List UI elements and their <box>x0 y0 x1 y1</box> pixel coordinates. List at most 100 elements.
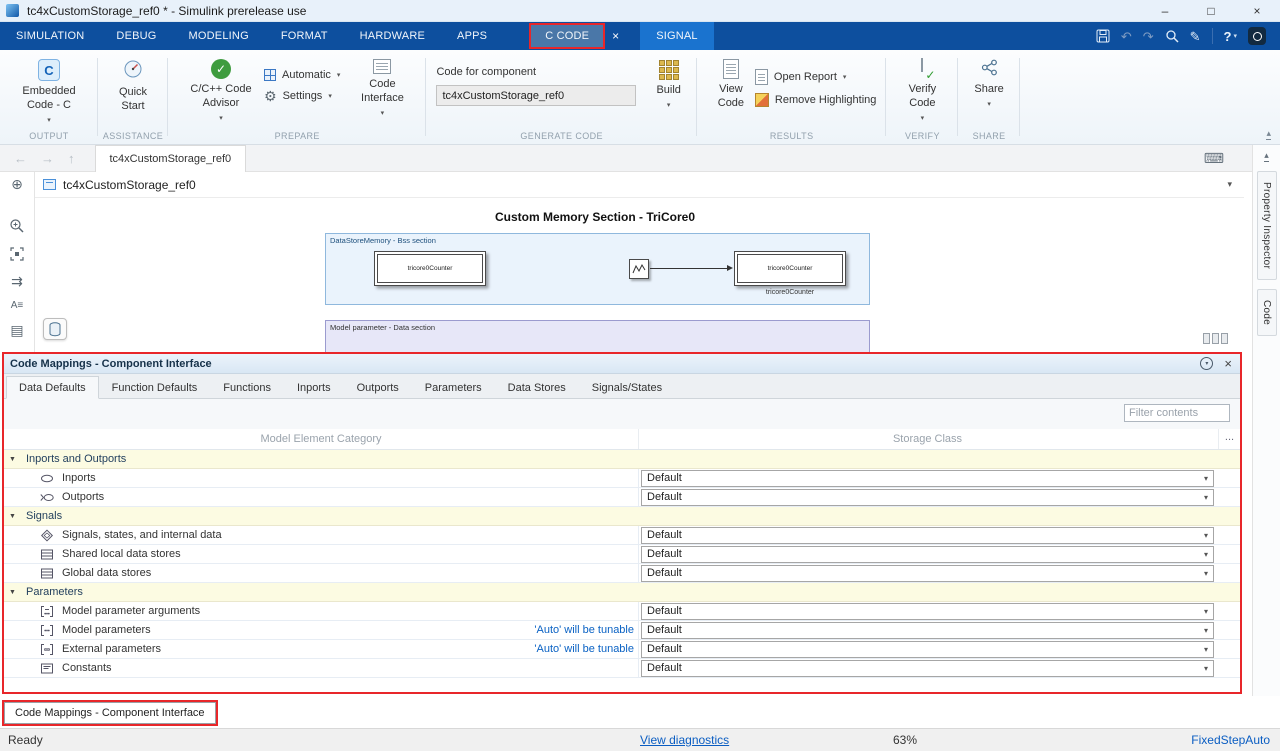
column-model-element-category[interactable]: Model Element Category <box>4 429 638 450</box>
code-mappings-bottom-tab[interactable]: Code Mappings - Component Interface <box>4 702 216 724</box>
annotate-icon[interactable]: ✎ <box>1190 30 1201 43</box>
tab-parameters[interactable]: Parameters <box>412 376 495 399</box>
table-row-outports[interactable]: Outports Default ▾ <box>4 488 1240 507</box>
tab-functions[interactable]: Functions <box>210 376 284 399</box>
build-button[interactable]: Build ▾ <box>650 57 686 111</box>
model-canvas[interactable]: Custom Memory Section - TriCore0 DataSto… <box>35 198 1244 352</box>
annotation-icon[interactable]: A≡ <box>11 301 24 311</box>
storage-class-select[interactable]: Default ▾ <box>641 641 1214 658</box>
collapse-toolstrip-icon[interactable]: ▴ <box>1266 129 1271 140</box>
storage-class-select[interactable]: Default ▾ <box>641 489 1214 506</box>
explorer-badge-icon[interactable]: ⊕ <box>11 177 23 191</box>
document-tab[interactable]: tc4xCustomStorage_ref0 <box>95 145 247 172</box>
signal-source-block[interactable] <box>629 259 649 279</box>
tab-signal[interactable]: SIGNAL <box>640 22 714 50</box>
help-button[interactable]: ? ▾ <box>1224 29 1237 44</box>
tab-signals-states[interactable]: Signals/States <box>579 376 675 399</box>
category-row-parameters[interactable]: ▼ Parameters <box>4 583 1240 602</box>
collapse-triangle-icon[interactable]: ▼ <box>9 583 16 602</box>
split-view-controls[interactable] <box>1203 333 1228 344</box>
tab-simulation[interactable]: SIMULATION <box>0 22 100 50</box>
verify-code-button[interactable]: ✓ Verify Code ▾ <box>896 57 948 124</box>
dock-collapse-icon[interactable]: ▴ <box>1264 151 1269 162</box>
minimize-button[interactable]: – <box>1142 0 1188 21</box>
tab-modeling[interactable]: MODELING <box>173 22 265 50</box>
tab-apps[interactable]: APPS <box>441 22 503 50</box>
automatic-button[interactable]: Automatic ▾ <box>264 69 340 81</box>
tab-outports[interactable]: Outports <box>344 376 412 399</box>
maximize-button[interactable]: □ <box>1188 0 1234 21</box>
undo-icon[interactable]: ↶ <box>1121 30 1132 43</box>
close-panel-icon[interactable]: × <box>1224 357 1232 370</box>
storage-class-select[interactable]: Default ▾ <box>641 470 1214 487</box>
code-advisor-button[interactable]: ✓ C/C++ Code Advisor ▾ <box>178 57 264 124</box>
tab-function-defaults[interactable]: Function Defaults <box>99 376 211 399</box>
table-row-signals-states[interactable]: Signals, states, and internal data Defau… <box>4 526 1240 545</box>
close-button[interactable]: × <box>1234 0 1280 21</box>
storage-class-select[interactable]: Default ▾ <box>641 565 1214 582</box>
minimize-panel-icon[interactable]: ▾ <box>1200 357 1213 370</box>
redo-icon[interactable]: ↷ <box>1143 30 1154 43</box>
quick-start-button[interactable]: Quick Start <box>108 57 158 116</box>
category-row-signals[interactable]: ▼ Signals <box>4 507 1240 526</box>
tab-hardware[interactable]: HARDWARE <box>344 22 441 50</box>
column-options-button[interactable]: ... <box>1218 429 1240 449</box>
table-row-model-parameter-arguments[interactable]: Model parameter arguments Default ▾ <box>4 602 1240 621</box>
record-icon[interactable] <box>1248 27 1266 45</box>
table-row-inports[interactable]: Inports Default ▾ <box>4 469 1240 488</box>
data-section-area[interactable]: Model parameter - Data section <box>325 320 870 352</box>
storage-class-select[interactable]: Default ▾ <box>641 527 1214 544</box>
embedded-code-button[interactable]: C Embedded Code - C ▾ <box>10 57 88 126</box>
filter-contents-input[interactable] <box>1124 404 1230 422</box>
data-store-memory-block[interactable]: tricore0Counter <box>374 251 486 286</box>
remove-highlighting-button[interactable]: Remove Highlighting <box>755 93 877 107</box>
tab-c-code[interactable]: C CODE <box>529 23 605 49</box>
view-code-button[interactable]: View Code <box>707 57 755 113</box>
up-to-parent-icon[interactable]: ↑ <box>68 151 75 166</box>
collapse-triangle-icon[interactable]: ▼ <box>9 507 16 526</box>
column-storage-class[interactable]: Storage Class <box>638 429 1216 449</box>
search-icon[interactable] <box>1165 29 1179 43</box>
open-report-button[interactable]: Open Report ▾ <box>755 69 877 85</box>
tab-inports[interactable]: Inports <box>284 376 344 399</box>
code-interface-button[interactable]: Code Interface ▾ <box>348 57 416 119</box>
table-row-external-parameters[interactable]: External parameters 'Auto' will be tunab… <box>4 640 1240 659</box>
tab-data-defaults[interactable]: Data Defaults <box>6 376 99 399</box>
storage-class-select[interactable]: Default ▾ <box>641 603 1214 620</box>
storage-class-select[interactable]: Default ▾ <box>641 546 1214 563</box>
table-row-shared-local-data-stores[interactable]: Shared local data stores Default ▾ <box>4 545 1240 564</box>
tab-format[interactable]: FORMAT <box>265 22 344 50</box>
viewmarks-icon[interactable]: ▤ <box>10 323 23 337</box>
breadcrumb-dropdown-icon[interactable]: ▾ <box>1227 179 1232 190</box>
storage-class-select[interactable]: Default ▾ <box>641 622 1214 639</box>
tab-code[interactable]: Code <box>1257 289 1277 336</box>
back-icon[interactable]: ← <box>14 151 27 166</box>
storage-class-select[interactable]: Default ▾ <box>641 660 1214 677</box>
collapse-triangle-icon[interactable]: ▼ <box>9 450 16 469</box>
storage-class-value: Default <box>647 491 682 503</box>
tab-data-stores[interactable]: Data Stores <box>495 376 579 399</box>
tab-property-inspector[interactable]: Property Inspector <box>1257 171 1277 280</box>
signal-wire[interactable] <box>650 268 728 269</box>
solver-link[interactable]: FixedStepAuto <box>1191 729 1270 751</box>
close-contextual-tab-icon[interactable]: × <box>605 29 626 43</box>
bss-section-area[interactable]: DataStoreMemory - Bss section tricore0Co… <box>325 233 870 305</box>
data-store-write-block[interactable]: tricore0Counter <box>734 251 846 286</box>
forward-icon[interactable]: → <box>41 151 54 166</box>
tab-debug[interactable]: DEBUG <box>100 22 172 50</box>
fit-to-view-icon[interactable] <box>10 247 24 261</box>
table-row-global-data-stores[interactable]: Global data stores Default ▾ <box>4 564 1240 583</box>
database-badge-button[interactable] <box>43 318 67 340</box>
category-row-inports-outports[interactable]: ▼ Inports and Outports <box>4 450 1240 469</box>
table-row-constants[interactable]: Constants Default ▾ <box>4 659 1240 678</box>
zoom-icon[interactable] <box>9 218 25 234</box>
keyboard-shortcuts-icon[interactable]: ⌨ <box>1204 150 1224 167</box>
breadcrumb-model-name[interactable]: tc4xCustomStorage_ref0 <box>63 178 196 192</box>
save-icon[interactable] <box>1096 29 1110 43</box>
signal-routing-icon[interactable]: ⇉ <box>11 274 23 288</box>
component-input[interactable] <box>436 85 636 106</box>
table-row-model-parameters[interactable]: Model parameters 'Auto' will be tunable … <box>4 621 1240 640</box>
share-button[interactable]: Share ▾ <box>968 57 1009 110</box>
view-diagnostics-link[interactable]: View diagnostics <box>640 729 729 751</box>
settings-button[interactable]: ⚙ Settings ▾ <box>264 89 340 103</box>
